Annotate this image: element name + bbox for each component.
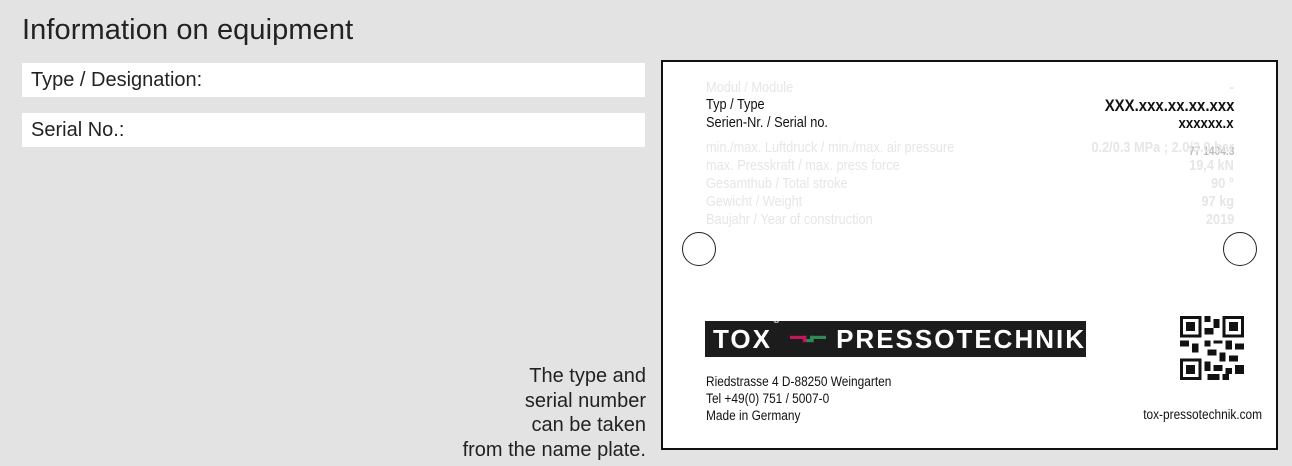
manufacturer-address: Riedstrasse 4 D-88250 Weingarten Tel +49… (706, 373, 917, 424)
hint-line: can be taken (531, 414, 646, 436)
plate-row-module: Modul / Module - (706, 80, 1234, 96)
logo-mark-icon (789, 335, 827, 343)
tox-pressotechnik-logo: TOX® PRESSOTECHNIK (705, 314, 1086, 357)
logo-text-tox: TOX® (713, 314, 780, 354)
manufacturer-website: tox-pressotechnik.com (1143, 407, 1262, 422)
hint-line: The type and (529, 365, 646, 387)
name-plate-image: Modul / Module - 77 1404.3 Typ / Type XX… (661, 60, 1278, 450)
type-designation-field[interactable]: Type / Designation: (22, 63, 645, 97)
serial-number-label: Serial No.: (31, 118, 125, 141)
plate-row-year: Baujahr / Year of construction 2019 (706, 212, 1234, 228)
qr-code-icon (1180, 316, 1244, 380)
type-designation-label: Type / Designation: (31, 68, 203, 91)
plate-row-weight: Gewicht / Weight 97 kg (706, 194, 1234, 210)
plate-row-type: Typ / Type XXX.xxx.xx.xx.xxx (706, 96, 1234, 115)
address-origin: Made in Germany (706, 408, 801, 423)
plate-row-serial: Serien-Nr. / Serial no. xxxxxx.x (706, 115, 1234, 132)
plate-row-air-pressure: min./max. Luftdruck / min./max. air pres… (706, 140, 1234, 156)
nameplate-hint: The type and serial number can be taken … (386, 364, 646, 462)
address-phone: Tel +49(0) 751 / 5007-0 (706, 391, 830, 406)
address-street: Riedstrasse 4 D-88250 Weingarten (706, 374, 892, 389)
page-title: Information on equipment (22, 14, 354, 46)
mounting-hole-left (682, 232, 716, 266)
mounting-hole-right (1223, 232, 1257, 266)
serial-number-field[interactable]: Serial No.: (22, 113, 645, 147)
plate-row-total-stroke: Gesamthub / Total stroke 90 ° (706, 176, 1234, 192)
logo-text-pressotechnik: PRESSOTECHNIK (836, 323, 1086, 354)
hint-line: serial number (524, 389, 646, 412)
plate-row-press-force: max. Presskraft / max. press force 19,4 … (706, 158, 1234, 174)
hint-line: from the name plate. (462, 438, 646, 461)
